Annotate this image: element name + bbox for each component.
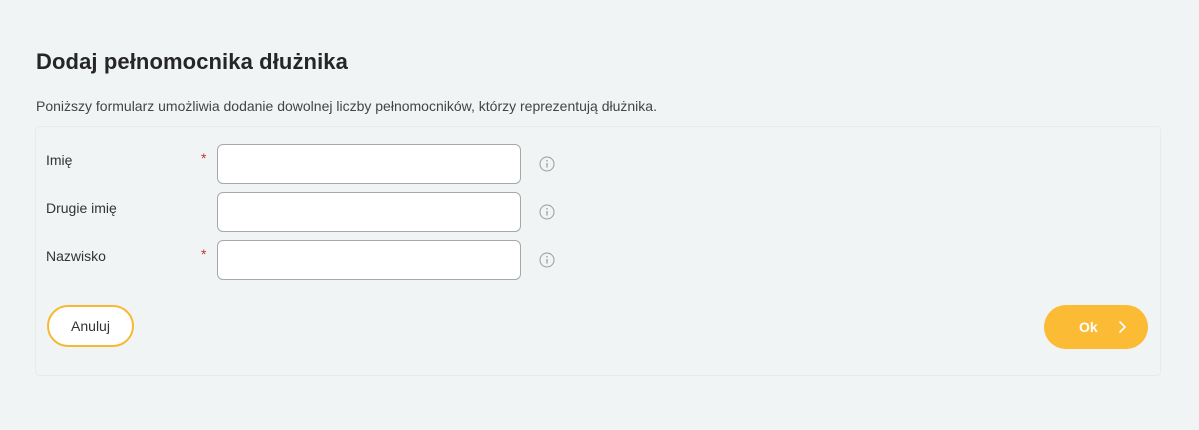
chevron-right-icon: [1119, 321, 1126, 333]
info-icon[interactable]: [539, 156, 555, 172]
ok-button-label: Ok: [1079, 319, 1098, 335]
surname-input[interactable]: [217, 240, 521, 280]
cancel-button[interactable]: Anuluj: [47, 305, 134, 347]
form-card: Imię * Drugie imię Nazwisko * Anuluj Ok: [35, 126, 1161, 376]
required-marker: *: [201, 246, 207, 262]
ok-button[interactable]: Ok: [1044, 305, 1148, 349]
field-row-second-name: Drugie imię: [36, 192, 1160, 232]
info-icon[interactable]: [539, 204, 555, 220]
page-description: Poniższy formularz umożliwia dodanie dow…: [36, 98, 657, 114]
second-name-label: Drugie imię: [46, 200, 117, 216]
required-marker: *: [201, 150, 207, 166]
page-title: Dodaj pełnomocnika dłużnika: [36, 49, 348, 74]
surname-label: Nazwisko: [46, 248, 106, 264]
field-row-first-name: Imię *: [36, 144, 1160, 184]
first-name-label: Imię: [46, 152, 73, 168]
field-row-surname: Nazwisko *: [36, 240, 1160, 280]
info-icon[interactable]: [539, 252, 555, 268]
second-name-input[interactable]: [217, 192, 521, 232]
first-name-input[interactable]: [217, 144, 521, 184]
